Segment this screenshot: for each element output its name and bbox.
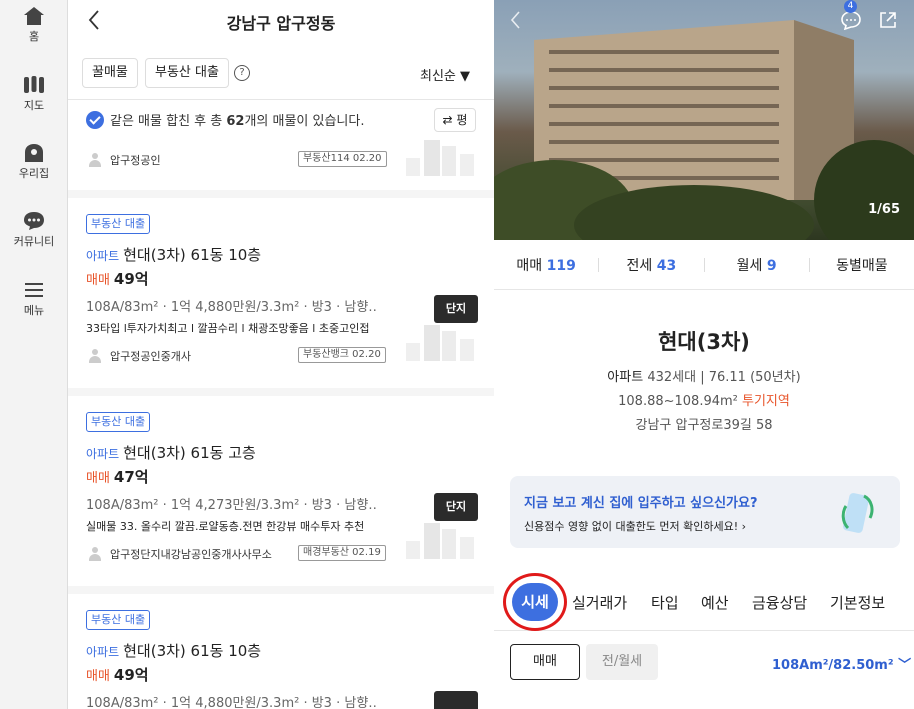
merge-info: 같은 매물 합친 후 총 62개의 매물이 있습니다. (86, 110, 364, 129)
loan-promo-banner[interactable]: 지금 보고 계신 집에 입주하고 싶으신가요? 신용점수 영향 없이 대출한도 … (510, 476, 900, 548)
phone-refresh-icon (841, 493, 874, 533)
check-circle-icon (86, 110, 104, 129)
share-icon[interactable] (878, 10, 898, 30)
map-icon (24, 76, 44, 93)
my-home-icon (25, 144, 43, 162)
listing-card[interactable]: 부동산 대출 아파트 현대(3차) 61동 고층 매매 47억 108A/83m² … (68, 396, 494, 586)
sidebar-item-label: 지도 (23, 99, 45, 112)
complex-area: 108.88~108.94m² 투기지역 (618, 394, 790, 409)
agent-row: 압구정공인 (88, 152, 161, 168)
listing-spec: 108A/83m² · 1억 4,273만원/3.3m² · 방3 · 남향… (86, 498, 376, 513)
source-badge: 매경부동산 02.19 (298, 545, 386, 561)
merge-text: 같은 매물 합친 후 총 62개의 매물이 있습니다. (110, 114, 365, 129)
sidebar-item-map[interactable]: 지도 (0, 75, 68, 113)
complex-summary: 아파트 432세대 | 76.11 (50년차) (607, 370, 801, 385)
highlight-circle-annotation (503, 573, 567, 631)
listing-card[interactable]: 부동산 대출 아파트 현대(3차) 61동 10층 매매 49억 108A/83m²… (68, 594, 494, 709)
menu-icon (25, 283, 43, 297)
listing-price: 매매 49억 (86, 270, 149, 288)
complex-thumbnail[interactable]: 단지+64 (434, 295, 478, 343)
listing-description: 실매물 33. 올수리 깔끔.로얄동층.전면 한강뷰 매수투자 추천 (86, 520, 365, 533)
sidebar-item-label: 메뉴 (23, 304, 45, 317)
list-header: 강남구 압구정동 (68, 0, 494, 44)
loan-badge: 부동산 대출 (86, 412, 151, 432)
photo-back-icon[interactable] (508, 10, 524, 30)
banner-question: 지금 보고 계신 집에 입주하고 싶으신가요? (524, 496, 758, 511)
complex-detail-panel: 4 1/65 매매 119 전세 43 월세 9 동별매물 현대(3차) 아파트… (494, 0, 914, 709)
tab-types[interactable]: 타입 (651, 592, 679, 613)
apartment-photo-image (494, 20, 914, 240)
detail-sub-tabs: 시세 실거래가 타입 예산 금융상담 기본정보 (494, 573, 914, 631)
listing-title: 아파트 현대(3차) 61동 10층 (86, 246, 262, 264)
tab-budget[interactable]: 예산 (701, 592, 729, 613)
rent-toggle-button[interactable]: 전/월세 (586, 644, 658, 680)
listing-title: 아파트 현대(3차) 61동 고층 (86, 444, 256, 462)
tab-by-building[interactable]: 동별매물 (810, 255, 914, 275)
person-icon (88, 349, 102, 363)
filter-chip-loan[interactable]: 부동산 대출 (145, 58, 229, 88)
page-title: 강남구 압구정동 (226, 14, 336, 33)
building-sketch-icon (406, 523, 474, 559)
listing-title: 아파트 현대(3차) 61동 10층 (86, 642, 262, 660)
complex-thumbnail[interactable] (434, 691, 478, 709)
person-icon (88, 153, 102, 167)
tab-finance-consult[interactable]: 금융상담 (752, 592, 807, 613)
sidebar-item-menu[interactable]: 메뉴 (0, 280, 68, 318)
photo-counter: 1/65 (868, 202, 900, 217)
area-type-select[interactable]: 108Am²/82.50m² ﹀ (772, 654, 911, 673)
tab-basic-info[interactable]: 기본정보 (830, 592, 885, 613)
sidebar-item-label: 우리집 (18, 167, 50, 180)
complex-name: 현대(3차) (658, 330, 750, 354)
home-icon (24, 7, 44, 25)
listing-card[interactable]: 부동산 대출 아파트 현대(3차) 61동 10층 매매 49억 108A/83m²… (68, 198, 494, 388)
price-filter-controls: 매매 전/월세 108Am²/82.50m² ﹀ (494, 632, 914, 709)
listing-price: 매매 49억 (86, 666, 149, 684)
tab-jeonse[interactable]: 전세 43 (599, 255, 703, 275)
chat-icon[interactable] (840, 10, 862, 30)
sidebar-item-my-home[interactable]: 우리집 (0, 143, 68, 181)
sidebar-item-community[interactable]: 커뮤니티 (0, 211, 68, 249)
loan-badge: 부동산 대출 (86, 214, 151, 234)
filter-bar: 꿀매물 부동산 대출 ? 최신순 ▼ (68, 44, 494, 100)
deal-type-tabs: 매매 119 전세 43 월세 9 동별매물 (494, 240, 914, 290)
sort-select[interactable]: 최신순 ▼ (420, 65, 470, 84)
building-sketch-icon (406, 140, 474, 176)
complex-thumbnail[interactable]: 단지+64 (434, 493, 478, 541)
chat-count-badge: 4 (844, 0, 857, 13)
loan-badge: 부동산 대출 (86, 610, 151, 630)
person-icon (88, 547, 102, 561)
sale-toggle-button[interactable]: 매매 (510, 644, 580, 680)
building-sketch-icon (406, 325, 474, 361)
agent-name: 압구정공인중개사 (110, 350, 191, 363)
tab-actual-transactions[interactable]: 실거래가 (572, 592, 627, 613)
listing-spec: 108A/83m² · 1억 4,880만원/3.3m² · 방3 · 남향… (86, 696, 376, 709)
help-icon[interactable]: ? (234, 65, 250, 81)
listing-price: 매매 47억 (86, 468, 149, 486)
sidebar: 홈 지도 우리집 커뮤니티 메뉴 (0, 0, 68, 709)
complex-address: 강남구 압구정로39길 58 (635, 418, 773, 433)
area-unit-toggle[interactable]: ⇄ 평 (434, 108, 476, 132)
listing-description: 33타입 l투자가치최고 l 깔끔수리 l 채광조망좋음 l 초중고인접 (86, 322, 370, 335)
tab-monthly-rent[interactable]: 월세 9 (705, 255, 809, 275)
community-icon (24, 212, 44, 230)
listing-panel: 강남구 압구정동 꿀매물 부동산 대출 ? 최신순 ▼ 같은 매물 합친 후 총… (68, 0, 494, 709)
agent-name: 압구정단지내강남공인중개사사무소 (110, 548, 272, 561)
merge-summary-card: 같은 매물 합친 후 총 62개의 매물이 있습니다. ⇄ 평 압구정공인 부동… (68, 100, 494, 190)
agent-row: 압구정단지내강남공인중개사사무소 (88, 546, 272, 562)
sidebar-item-label: 홈 (28, 30, 40, 43)
sidebar-item-label: 커뮤니티 (13, 235, 55, 248)
source-badge: 부동산뱅크 02.20 (298, 347, 386, 363)
source-badge: 부동산114 02.20 (298, 151, 387, 167)
listing-spec: 108A/83m² · 1억 4,880만원/3.3m² · 방3 · 남향… (86, 300, 376, 315)
complex-photo[interactable]: 4 1/65 (494, 0, 914, 240)
tab-sale[interactable]: 매매 119 (494, 255, 598, 275)
agent-row: 압구정공인중개사 (88, 348, 191, 364)
banner-subtext: 신용점수 영향 없이 대출한도 먼저 확인하세요! › (524, 520, 747, 533)
sidebar-item-home[interactable]: 홈 (0, 6, 68, 44)
agent-name: 압구정공인 (110, 154, 161, 167)
filter-chip-bargain[interactable]: 꿀매물 (82, 58, 138, 88)
